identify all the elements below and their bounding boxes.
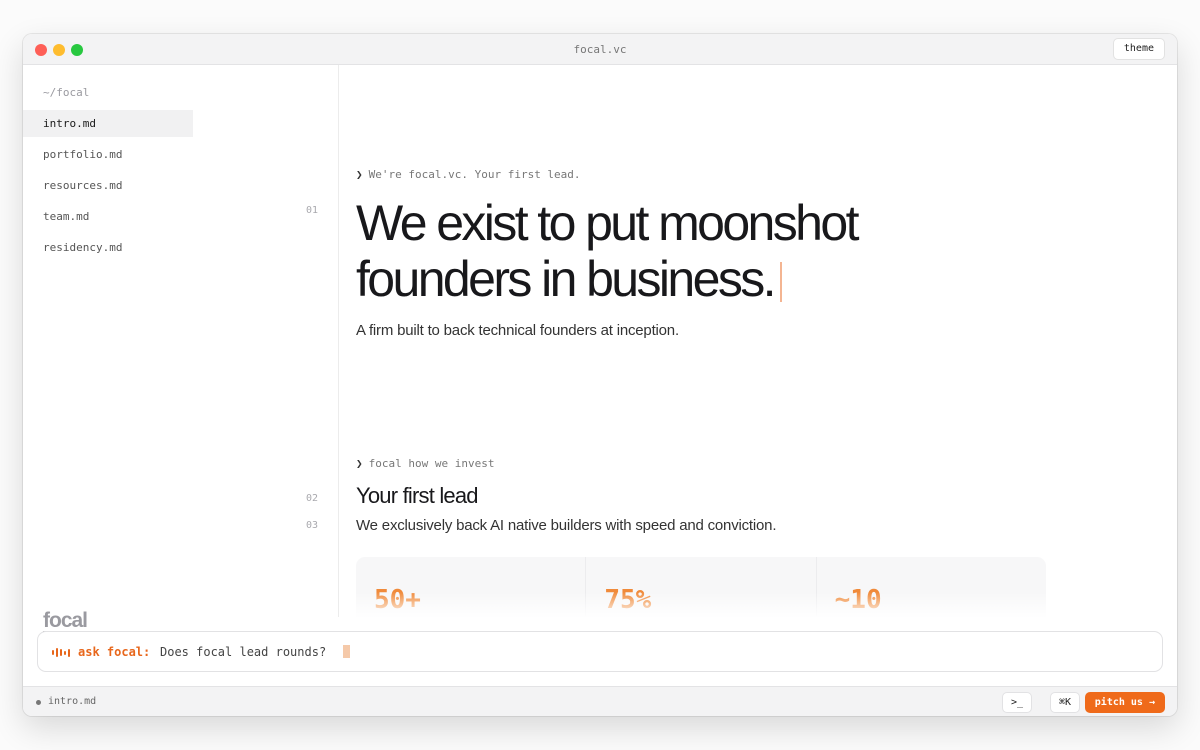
sidebar-root-path: ~/focal (43, 86, 90, 99)
section-prompt: ❯ focal how we invest (356, 457, 494, 470)
page-subhead: A firm built to back technical founders … (356, 322, 679, 339)
ask-input[interactable] (160, 639, 330, 665)
sidebar-item-team[interactable]: team.md (23, 203, 193, 230)
terminal-button[interactable]: >_ (1001, 692, 1032, 713)
section-prompt-text: focal how we invest (368, 457, 495, 470)
text-caret (779, 262, 782, 302)
theme-button[interactable]: theme (1112, 38, 1165, 60)
page-headline: We exist to put moonshot founders in bus… (356, 195, 996, 307)
sidebar-item-portfolio[interactable]: portfolio.md (23, 141, 193, 168)
ask-bar[interactable]: ask focal: (37, 631, 1163, 672)
line-number: 02 (306, 493, 319, 504)
scroll-fade (356, 592, 1177, 618)
sidebar-item-resources[interactable]: resources.md (23, 172, 193, 199)
window-title: focal.vc (573, 43, 627, 56)
section-title: Your first lead (356, 483, 479, 508)
line-number: 03 (306, 520, 319, 531)
status-bar: intro.md >_ ⌘K pitch us → (23, 686, 1177, 716)
prompt-chevron-icon: ❯ (356, 457, 363, 470)
prompt-chevron-icon: ❯ (356, 168, 363, 181)
status-dot-icon (36, 700, 41, 705)
sidebar: ~/focal intro.md portfolio.md resources.… (23, 65, 339, 633)
section-body: We exclusively back AI native builders w… (356, 517, 777, 534)
line-number: 01 (306, 205, 319, 216)
command-palette-button[interactable]: ⌘K (1049, 692, 1080, 713)
focal-logo[interactable]: focal (43, 610, 88, 631)
pitch-us-button[interactable]: pitch us → (1084, 692, 1165, 713)
title-bar: focal.vc theme (23, 34, 1177, 65)
app-window: focal.vc theme ~/focal intro.md portfoli… (23, 34, 1177, 716)
waveform-icon (52, 648, 70, 657)
sidebar-item-residency[interactable]: residency.md (23, 234, 193, 261)
intro-prompt-text: We're focal.vc. Your first lead. (368, 168, 581, 181)
sidebar-item-intro[interactable]: intro.md (23, 110, 193, 137)
status-file: intro.md (48, 696, 97, 707)
main-content: ❯ We're focal.vc. Your first lead. We exi… (356, 65, 1177, 617)
input-cursor (343, 645, 350, 658)
ask-label: ask focal: (78, 645, 151, 659)
intro-prompt: ❯ We're focal.vc. Your first lead. (356, 168, 581, 181)
